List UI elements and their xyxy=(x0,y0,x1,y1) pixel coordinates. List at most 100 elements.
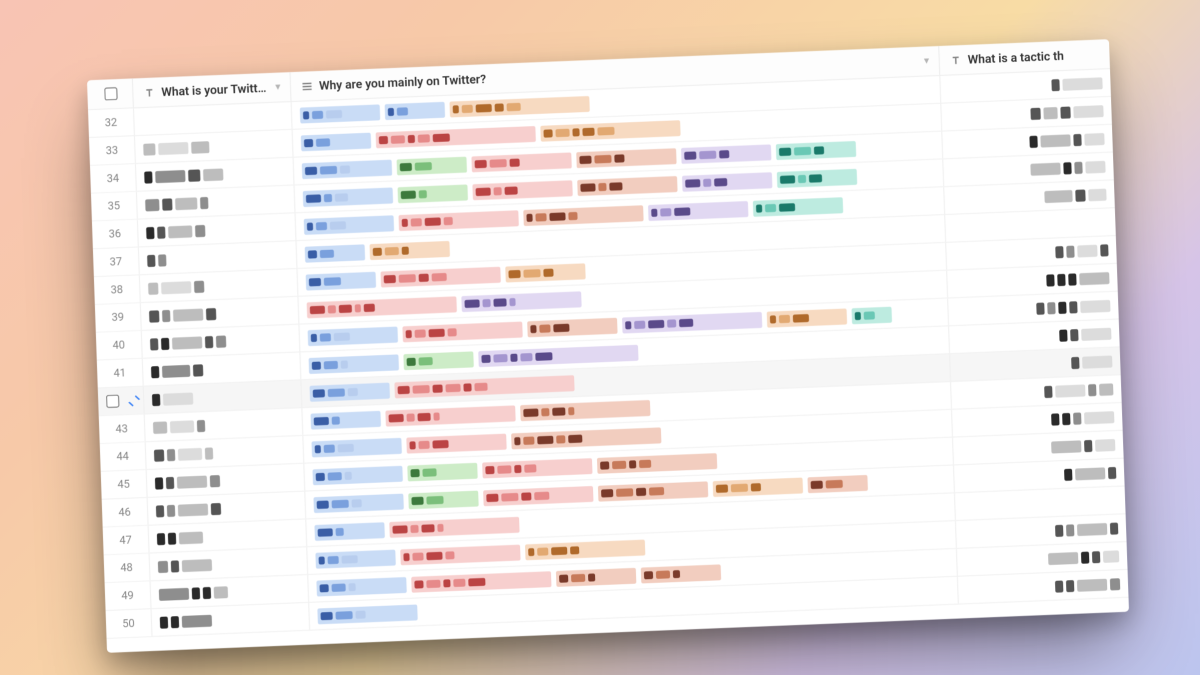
tag-chip-pink[interactable] xyxy=(394,375,574,398)
cell-handle[interactable] xyxy=(151,575,310,608)
tag-chip-blue[interactable] xyxy=(314,522,384,541)
tag-chip-green[interactable] xyxy=(403,351,473,370)
tag-chip-orange[interactable] xyxy=(449,95,589,117)
tag-chip-blue[interactable] xyxy=(305,244,365,262)
tag-chip-green[interactable] xyxy=(408,490,478,509)
redacted-text xyxy=(419,273,429,281)
tag-chip-pink[interactable] xyxy=(389,516,519,537)
tag-chip-blue[interactable] xyxy=(385,101,445,119)
tag-chip-violet[interactable] xyxy=(461,291,581,312)
row-number-cell[interactable]: 50 xyxy=(106,609,153,638)
tag-chip-blue[interactable] xyxy=(315,549,395,568)
tag-chip-pink[interactable] xyxy=(376,126,536,148)
tag-chip-violet[interactable] xyxy=(622,311,762,333)
tag-chip-orange[interactable] xyxy=(370,240,450,259)
tag-chip-blue[interactable] xyxy=(302,159,392,179)
tag-chip-pink[interactable] xyxy=(400,544,520,565)
expand-record-icon[interactable] xyxy=(127,394,139,406)
tag-chip-violet[interactable] xyxy=(478,344,638,366)
tag-chip-rust[interactable] xyxy=(577,176,677,196)
row-number-cell[interactable]: 41 xyxy=(97,359,144,388)
column-header-tactic[interactable]: What is a tactic th xyxy=(939,39,1110,75)
tag-chip-pink[interactable] xyxy=(483,485,593,505)
tag-chip-pink[interactable] xyxy=(385,405,515,426)
tag-chip-rust[interactable] xyxy=(511,427,661,449)
tag-chip-blue[interactable] xyxy=(303,187,393,207)
row-number-cell[interactable]: 48 xyxy=(104,554,151,583)
chevron-down-icon[interactable]: ▾ xyxy=(918,56,929,66)
tag-chip-blue[interactable] xyxy=(312,465,402,485)
row-number-cell[interactable]: 38 xyxy=(94,275,141,304)
redacted-text xyxy=(408,134,415,142)
tag-chip-blue[interactable] xyxy=(313,493,403,513)
tag-chip-orange[interactable] xyxy=(505,263,585,282)
row-number-cell[interactable]: 45 xyxy=(101,470,148,499)
tag-chip-green[interactable] xyxy=(398,184,468,203)
row-checkbox[interactable] xyxy=(106,395,119,408)
tag-chip-pink[interactable] xyxy=(307,296,457,318)
tag-chip-rust[interactable] xyxy=(597,453,717,474)
select-all-checkbox[interactable] xyxy=(104,87,117,100)
row-number-cell[interactable]: 40 xyxy=(96,331,143,360)
row-number-cell[interactable]: 43 xyxy=(99,414,146,443)
row-number-cell[interactable]: 37 xyxy=(93,247,140,276)
row-number-cell[interactable]: 34 xyxy=(90,164,137,193)
tag-chip-blue[interactable] xyxy=(312,437,402,457)
tag-chip-blue[interactable] xyxy=(311,410,381,429)
tag-chip-orange[interactable] xyxy=(767,308,847,327)
tag-chip-rust[interactable] xyxy=(527,317,617,337)
tag-chip-blue[interactable] xyxy=(301,132,371,151)
tag-chip-orange[interactable] xyxy=(540,120,680,142)
tag-chip-blue[interactable] xyxy=(317,604,417,624)
row-number-cell[interactable]: 44 xyxy=(100,442,147,471)
tag-chip-pink[interactable] xyxy=(381,266,501,287)
row-number-cell[interactable]: 39 xyxy=(95,303,142,332)
tag-chip-blue[interactable] xyxy=(300,104,380,123)
tag-chip-orange[interactable] xyxy=(525,539,645,560)
tag-chip-rust[interactable] xyxy=(598,481,708,501)
tag-chip-blue[interactable] xyxy=(308,326,398,346)
tag-chip-orange[interactable] xyxy=(713,477,803,497)
row-number-cell[interactable]: 49 xyxy=(105,581,152,610)
row-number-cell[interactable]: 35 xyxy=(91,192,138,221)
tag-chip-pink[interactable] xyxy=(482,458,592,478)
tag-chip-rust[interactable] xyxy=(807,474,867,492)
tag-chip-blue[interactable] xyxy=(306,271,376,290)
tag-chip-blue[interactable] xyxy=(304,215,394,235)
tag-chip-pink[interactable] xyxy=(406,433,506,453)
tag-chip-pink[interactable] xyxy=(402,321,522,342)
tag-chip-rust[interactable] xyxy=(523,205,643,226)
tag-chip-green[interactable] xyxy=(407,462,477,481)
tag-chip-pink[interactable] xyxy=(411,571,551,593)
column-header-handle[interactable]: What is your Twitte… ▾ xyxy=(133,72,292,107)
tag-chip-green[interactable] xyxy=(397,156,467,175)
tag-chip-rust[interactable] xyxy=(520,400,650,421)
tag-chip-violet[interactable] xyxy=(681,144,771,164)
tag-chip-teal[interactable] xyxy=(753,197,843,217)
row-number-cell[interactable]: 36 xyxy=(92,220,139,249)
tag-chip-rust[interactable] xyxy=(641,564,721,583)
cell-handle[interactable] xyxy=(150,547,309,580)
row-number-cell[interactable] xyxy=(98,387,145,416)
redacted-text xyxy=(811,480,823,488)
tag-chip-blue[interactable] xyxy=(316,577,406,597)
redacted-text xyxy=(402,218,408,226)
tag-chip-teal[interactable] xyxy=(852,306,892,324)
tag-chip-blue[interactable] xyxy=(309,354,399,374)
tag-chip-teal[interactable] xyxy=(777,168,857,187)
redacted-text xyxy=(205,447,213,459)
tag-chip-blue[interactable] xyxy=(310,382,390,401)
redacted-text xyxy=(328,472,342,481)
select-all-header[interactable] xyxy=(87,79,134,110)
tag-chip-violet[interactable] xyxy=(648,201,748,221)
tag-chip-pink[interactable] xyxy=(471,152,571,172)
row-number-cell[interactable]: 46 xyxy=(102,498,149,527)
cell-handle[interactable] xyxy=(149,519,308,552)
tag-chip-violet[interactable] xyxy=(682,172,772,192)
tag-chip-pink[interactable] xyxy=(472,180,572,200)
tag-chip-pink[interactable] xyxy=(399,210,519,231)
tag-chip-rust[interactable] xyxy=(576,148,676,168)
tag-chip-teal[interactable] xyxy=(776,140,856,159)
tag-chip-rust[interactable] xyxy=(556,567,636,586)
row-number-cell[interactable]: 47 xyxy=(103,526,150,555)
